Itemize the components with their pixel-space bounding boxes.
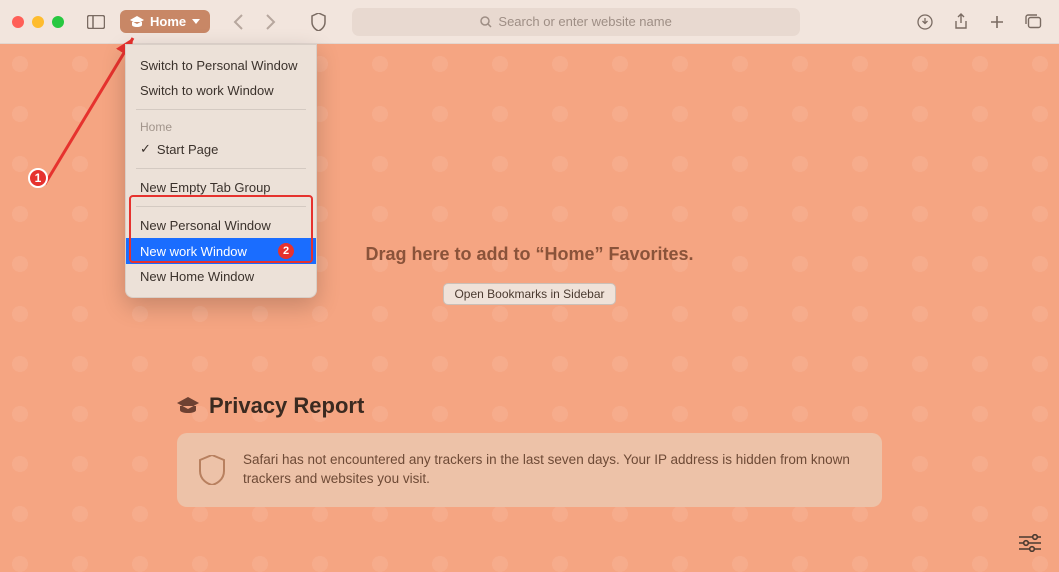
fullscreen-window-button[interactable] [52, 16, 64, 28]
customize-page-button[interactable] [1015, 528, 1045, 558]
menu-divider [136, 206, 306, 207]
shield-icon [311, 13, 326, 31]
close-window-button[interactable] [12, 16, 24, 28]
menu-new-empty-group[interactable]: New Empty Tab Group [126, 175, 316, 200]
privacy-report-title: Privacy Report [209, 393, 364, 419]
menu-new-personal-window[interactable]: New Personal Window [126, 213, 316, 238]
new-tab-button[interactable] [983, 8, 1011, 36]
chevron-down-icon [192, 19, 200, 24]
annotation-marker-1: 1 [28, 168, 48, 188]
graduation-cap-icon [177, 397, 199, 415]
privacy-shield-button[interactable] [304, 8, 332, 36]
menu-switch-work[interactable]: Switch to work Window [126, 78, 316, 103]
share-icon [954, 13, 968, 31]
chevron-right-icon [265, 14, 276, 30]
plus-icon [989, 14, 1005, 30]
search-placeholder: Search or enter website name [498, 14, 671, 29]
menu-section-label: Home [126, 116, 316, 136]
tab-group-menu: Switch to Personal Window Switch to work… [125, 44, 317, 298]
browser-toolbar: Home Search or enter website name [0, 0, 1059, 44]
privacy-report-header: Privacy Report [177, 393, 882, 419]
menu-new-work-label: New work Window [140, 244, 247, 259]
check-icon: ✓ [140, 141, 151, 157]
back-button[interactable] [224, 8, 252, 36]
privacy-report-text: Safari has not encountered any trackers … [243, 451, 860, 489]
shield-icon [199, 455, 225, 485]
sidebar-icon [87, 15, 105, 29]
toggle-sidebar-button[interactable] [82, 8, 110, 36]
open-bookmarks-button[interactable]: Open Bookmarks in Sidebar [443, 283, 615, 305]
download-icon [917, 14, 933, 30]
menu-new-home-window[interactable]: New Home Window [126, 264, 316, 289]
tab-group-label: Home [150, 14, 186, 29]
graduation-cap-icon [130, 16, 144, 28]
menu-divider [136, 109, 306, 110]
forward-button[interactable] [256, 8, 284, 36]
minimize-window-button[interactable] [32, 16, 44, 28]
annotation-badge-2: 2 [278, 243, 294, 259]
tab-overview-button[interactable] [1019, 8, 1047, 36]
downloads-button[interactable] [911, 8, 939, 36]
sliders-icon [1019, 534, 1041, 552]
menu-switch-personal[interactable]: Switch to Personal Window [126, 53, 316, 78]
share-button[interactable] [947, 8, 975, 36]
window-controls [12, 16, 64, 28]
tab-group-dropdown[interactable]: Home [120, 10, 210, 33]
search-icon [480, 16, 492, 28]
tabs-overview-icon [1025, 14, 1042, 29]
privacy-report-card: Safari has not encountered any trackers … [177, 433, 882, 507]
menu-start-page-label: Start Page [157, 142, 218, 157]
menu-start-page[interactable]: ✓ Start Page [126, 136, 316, 162]
address-search-field[interactable]: Search or enter website name [352, 8, 800, 36]
chevron-left-icon [233, 14, 244, 30]
menu-divider [136, 168, 306, 169]
menu-new-work-window[interactable]: New work Window 2 [126, 238, 316, 264]
